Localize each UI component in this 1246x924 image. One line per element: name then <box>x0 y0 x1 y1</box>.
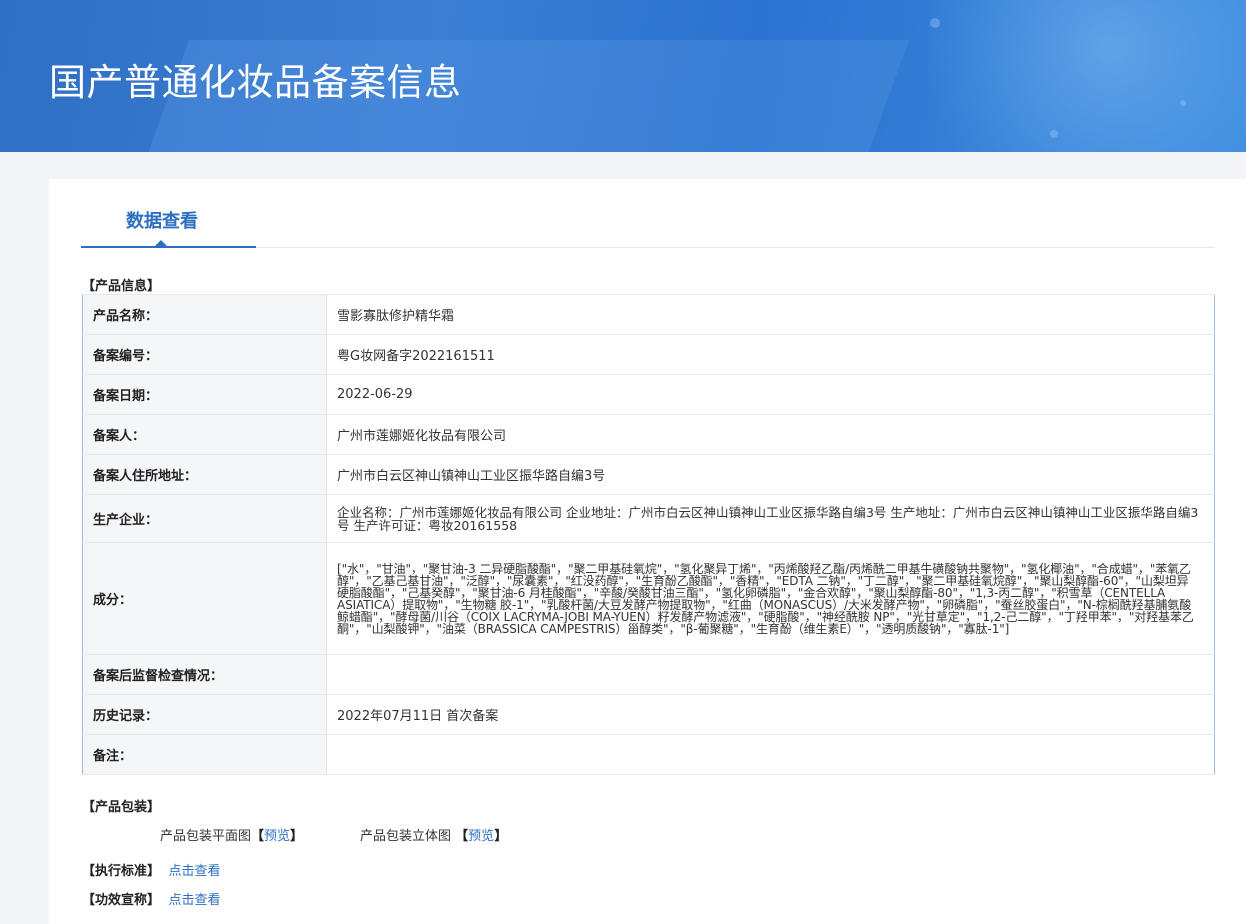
tab-caret-icon <box>155 240 167 246</box>
row-value-manufacturer: 企业名称：广州市莲娜姬化妆品有限公司 企业地址：广州市白云区神山镇神山工业区振华… <box>326 494 1215 543</box>
row-value-record-number: 粤G妆网备字2022161511 <box>326 334 1215 375</box>
bracket-open: 【 <box>251 829 265 844</box>
table-row: 产品名称： 雪影寡肽修护精华霜 <box>82 294 1215 335</box>
section-title-efficacy-claim: 【功效宣称】 点击查看 <box>82 889 221 908</box>
row-value-inspection <box>326 654 1215 695</box>
banner-dot <box>1180 100 1186 106</box>
row-label-inspection: 备案后监督检查情况： <box>82 654 327 695</box>
row-label-ingredients: 成分： <box>82 542 327 655</box>
efficacy-claim-label: 【功效宣称】 <box>82 893 161 908</box>
tab-data-view[interactable]: 数据查看 <box>126 207 198 233</box>
product-info-table: 产品名称： 雪影寡肽修护精华霜 备案编号： 粤G妆网备字2022161511 备… <box>82 294 1215 775</box>
bracket-close: 】 <box>494 829 508 844</box>
section-title-product-info: 【产品信息】 <box>82 279 161 294</box>
row-value-history: 2022年07月11日 首次备案 <box>326 694 1215 735</box>
row-label-manufacturer: 生产企业： <box>82 494 327 543</box>
table-row: 备案后监督检查情况： <box>82 654 1215 695</box>
table-row: 备注： <box>82 734 1215 775</box>
exec-standard-label: 【执行标准】 <box>82 864 161 879</box>
table-row: 生产企业： 企业名称：广州市莲娜姬化妆品有限公司 企业地址：广州市白云区神山镇神… <box>82 494 1215 543</box>
row-label-record-number: 备案编号： <box>82 334 327 375</box>
header-banner: 国产普通化妆品备案信息 <box>0 0 1246 152</box>
table-row: 备案日期： 2022-06-29 <box>82 374 1215 415</box>
banner-dot <box>1050 130 1058 138</box>
row-value-remarks <box>326 734 1215 775</box>
package-flat-entry: 产品包装平面图【预览】 <box>160 825 303 844</box>
table-row: 备案人： 广州市莲娜姬化妆品有限公司 <box>82 414 1215 455</box>
table-row: 备案人住所地址： 广州市白云区神山镇神山工业区振华路自编3号 <box>82 454 1215 495</box>
row-label-registrant-address: 备案人住所地址： <box>82 454 327 495</box>
row-value-registrant-address: 广州市白云区神山镇神山工业区振华路自编3号 <box>326 454 1215 495</box>
efficacy-claim-view-link[interactable]: 点击查看 <box>169 893 221 908</box>
tab-active-indicator <box>81 246 256 248</box>
row-label-remarks: 备注： <box>82 734 327 775</box>
table-row: 成分： ["水"，"甘油"，"聚甘油-3 二异硬脂酸酯"，"聚二甲基硅氧烷"，"… <box>82 542 1215 655</box>
row-value-ingredients: ["水"，"甘油"，"聚甘油-3 二异硬脂酸酯"，"聚二甲基硅氧烷"，"氢化聚异… <box>326 542 1215 655</box>
row-value-registrant: 广州市莲娜姬化妆品有限公司 <box>326 414 1215 455</box>
row-label-history: 历史记录： <box>82 694 327 735</box>
row-value-record-date: 2022-06-29 <box>326 374 1215 415</box>
row-label-registrant: 备案人： <box>82 414 327 455</box>
bracket-open: 【 <box>455 829 469 844</box>
section-title-product-package: 【产品包装】 <box>82 800 161 815</box>
exec-standard-view-link[interactable]: 点击查看 <box>169 864 221 879</box>
bracket-close: 】 <box>290 829 304 844</box>
row-label-product-name: 产品名称： <box>82 294 327 335</box>
package-flat-preview-link[interactable]: 预览 <box>264 829 290 844</box>
package-flat-label: 产品包装平面图 <box>160 829 252 844</box>
table-row: 备案编号： 粤G妆网备字2022161511 <box>82 334 1215 375</box>
row-label-record-date: 备案日期： <box>82 374 327 415</box>
section-title-exec-standard: 【执行标准】 点击查看 <box>82 860 221 879</box>
banner-dot <box>930 18 940 28</box>
row-value-product-name: 雪影寡肽修护精华霜 <box>326 294 1215 335</box>
content-panel: 数据查看 【产品信息】 产品名称： 雪影寡肽修护精华霜 备案编号： 粤G妆网备字… <box>49 179 1246 924</box>
package-solid-entry: 产品包装立体图 【预览】 <box>360 825 507 844</box>
package-solid-preview-link[interactable]: 预览 <box>468 829 494 844</box>
page-title: 国产普通化妆品备案信息 <box>49 61 462 104</box>
package-solid-label: 产品包装立体图 <box>360 829 452 844</box>
table-row: 历史记录： 2022年07月11日 首次备案 <box>82 694 1215 735</box>
